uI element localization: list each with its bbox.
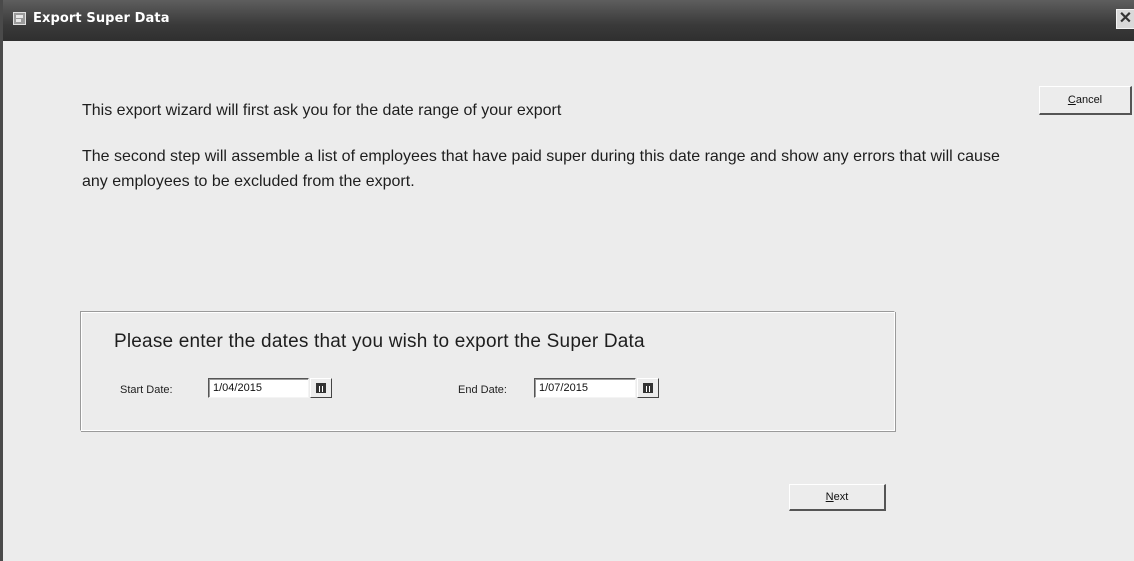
- close-button[interactable]: ✕: [1116, 9, 1134, 29]
- date-range-group: [80, 311, 895, 431]
- start-date-input[interactable]: [208, 378, 309, 398]
- next-label: ext: [833, 491, 849, 503]
- close-icon: ✕: [1118, 10, 1133, 27]
- end-date-label: End Date:: [458, 384, 507, 396]
- date-range-heading: Please enter the dates that you wish to …: [114, 331, 645, 352]
- end-date-calendar-button[interactable]: [637, 378, 659, 398]
- intro-text-line2: The second step will assemble a list of …: [82, 148, 1000, 190]
- title-bar[interactable]: Export Super Data ✕: [3, 0, 1134, 41]
- app-icon: [13, 12, 26, 25]
- cancel-accelerator: C: [1067, 94, 1076, 106]
- next-accelerator: N: [825, 491, 834, 503]
- cancel-label: ancel: [1075, 94, 1103, 106]
- cancel-button[interactable]: Cancel: [1039, 86, 1132, 115]
- start-date-label: Start Date:: [120, 384, 173, 396]
- calendar-icon: [316, 383, 326, 393]
- start-date-calendar-button[interactable]: [310, 378, 332, 398]
- intro-text-line1: This export wizard will first ask you fo…: [82, 102, 562, 119]
- end-date-input[interactable]: [534, 378, 636, 398]
- window-title: Export Super Data: [33, 11, 170, 26]
- next-button[interactable]: Next: [789, 484, 886, 511]
- export-super-data-window: Export Super Data ✕ This export wizard w…: [0, 0, 1134, 561]
- calendar-icon: [643, 383, 653, 393]
